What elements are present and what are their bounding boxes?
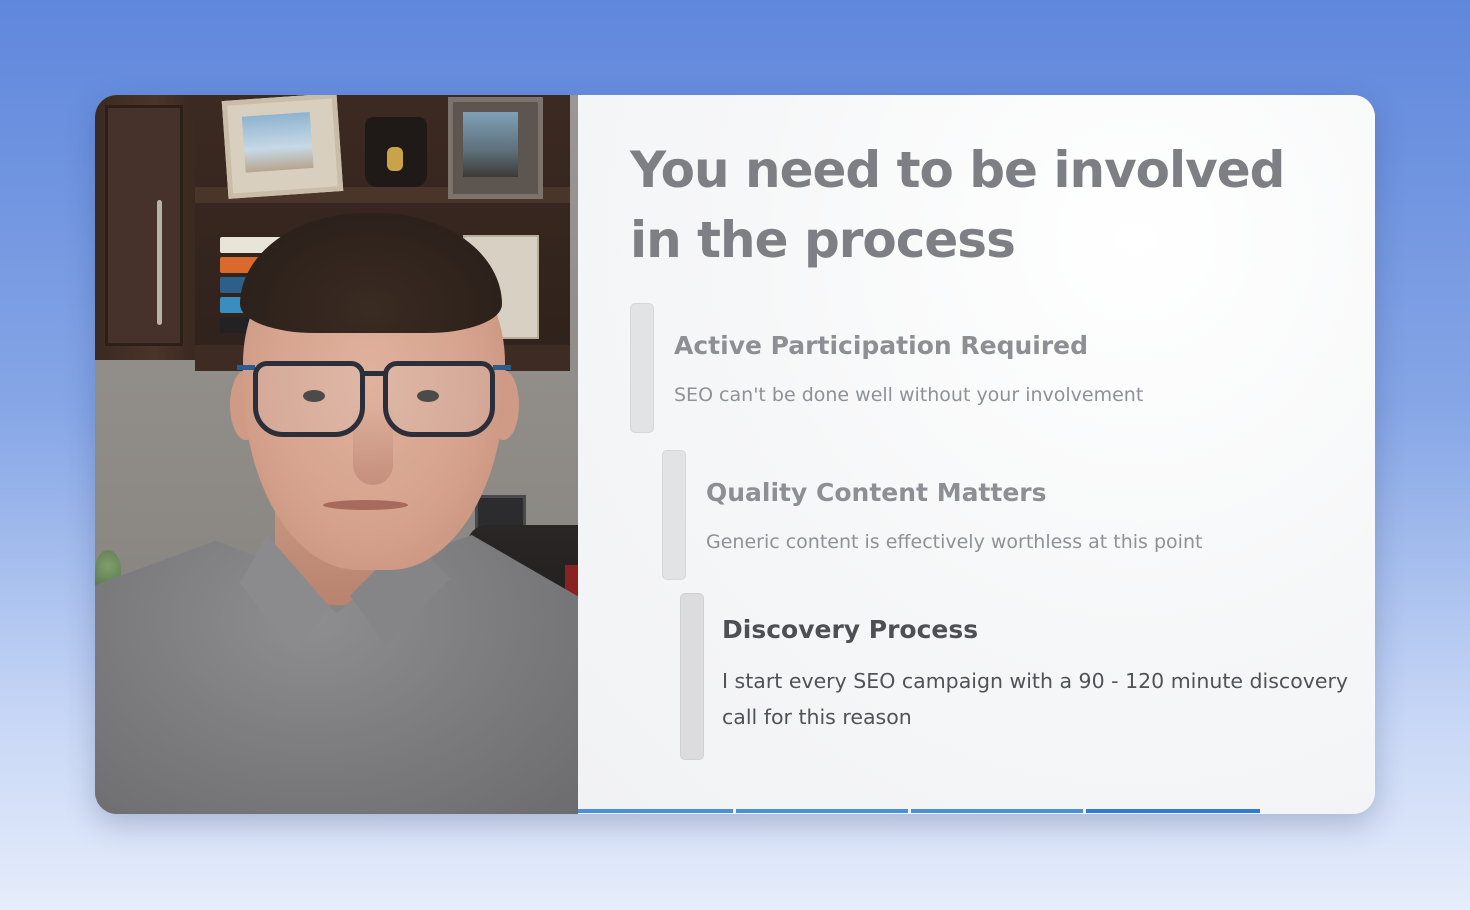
bullet-heading: Active Participation Required (674, 331, 1089, 360)
bullet-bar (680, 593, 704, 760)
glasses (237, 353, 511, 438)
presenter-webcam (95, 95, 578, 814)
bullet-heading: Discovery Process (722, 615, 979, 644)
cabinet (95, 95, 199, 360)
cabinet-door (105, 105, 183, 346)
progress-segment-4 (1086, 809, 1260, 813)
bullet-heading: Quality Content Matters (706, 478, 1047, 507)
photo-frame-2 (448, 97, 543, 199)
progress-segment-3 (911, 809, 1083, 813)
bullet-bar (630, 303, 654, 433)
mug (365, 117, 427, 187)
bullet-body: SEO can't be done well without your invo… (674, 384, 1144, 406)
slide-title: You need to be involved in the process (630, 141, 1285, 269)
bullet-body: I start every SEO campaign with a 90 - 1… (722, 669, 1349, 729)
progress-segment-2 (736, 809, 908, 813)
cabinet-handle (157, 200, 162, 325)
presenter-mouth (323, 500, 408, 510)
presentation-slide: You need to be involved in the process A… (578, 95, 1375, 814)
video-card: You need to be involved in the process A… (95, 95, 1375, 814)
photo-frame (221, 95, 344, 199)
bullet-bar (662, 450, 686, 580)
progress-segment-1 (578, 809, 733, 813)
slide-progress-bar (578, 809, 1375, 814)
bullet-body: Generic content is effectively worthless… (706, 531, 1203, 553)
